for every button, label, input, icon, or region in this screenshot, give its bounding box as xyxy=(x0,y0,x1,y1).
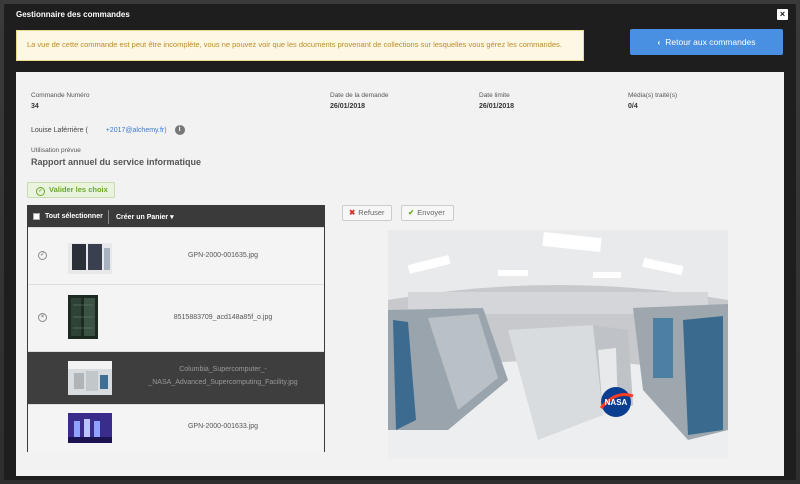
send-button[interactable]: ✔ Envoyer xyxy=(401,205,454,221)
create-basket-dropdown[interactable]: Créer un Panier ▾ xyxy=(116,213,174,221)
info-icon[interactable]: i xyxy=(174,125,185,135)
request-date-label: Date de la demande xyxy=(330,92,389,99)
usage-value: Rapport annuel du service informatique xyxy=(31,157,202,167)
request-date: 26/01/2018 xyxy=(330,103,366,110)
nasa-logo-text: NASA xyxy=(605,398,628,407)
list-item[interactable]: GPN-2000-001633.jpg xyxy=(28,404,324,452)
order-number: 34 xyxy=(31,103,39,110)
refuse-button[interactable]: ✖ Refuser xyxy=(342,205,392,221)
accepted-check-icon: ✓ xyxy=(38,251,47,260)
header-divider xyxy=(108,210,109,224)
back-to-orders-button[interactable]: ‹ Retour aux commandes xyxy=(630,29,783,55)
check-circle-icon: ✓ xyxy=(36,187,45,196)
check-icon: ✔ xyxy=(408,208,415,217)
modal-titlebar: Gestionnaire des commandes × xyxy=(4,4,796,26)
order-number-label: Commande Numéro xyxy=(31,92,90,99)
send-label: Envoyer xyxy=(417,208,445,217)
media-processed: 0/4 xyxy=(628,103,638,110)
order-details-panel: Commande Numéro 34 Date de la demande 26… xyxy=(16,72,784,476)
validate-choices-button[interactable]: ✓ Valider les choix xyxy=(27,182,115,198)
incomplete-view-warning: La vue de cette commande est peut être i… xyxy=(16,30,584,61)
list-item-filename: GPN-2000-001635.jpg xyxy=(187,252,259,259)
refused-x-icon: × xyxy=(38,313,47,322)
x-icon: ✖ xyxy=(349,208,356,217)
deadline-label: Date limite xyxy=(479,92,510,99)
select-all-label[interactable]: Tout sélectionner xyxy=(45,213,103,220)
thumbnail-columbia-supercomputer xyxy=(68,361,112,395)
thumbnail-supercomputer-room xyxy=(68,238,112,274)
refuse-label: Refuser xyxy=(358,208,385,217)
list-item-filename-line2: _NASA_Advanced_Supercomputing_Facility.j… xyxy=(148,379,298,386)
requester-name: Louise Laférrière ( xyxy=(31,126,88,134)
list-item[interactable]: ✓ GPN-2000-001635.jpg xyxy=(28,227,324,284)
chevron-left-icon: ‹ xyxy=(657,37,661,47)
select-all-checkbox[interactable] xyxy=(33,213,40,220)
media-processed-label: Média(s) traité(s) xyxy=(628,92,678,99)
requester-email[interactable]: +2017@alchemy.fr) xyxy=(106,127,167,134)
image-preview: NASA xyxy=(388,230,728,459)
thumbnail-server-rack xyxy=(68,295,98,339)
list-item-selected[interactable]: Columbia_Supercomputer_- _NASA_Advanced_… xyxy=(28,351,324,404)
modal-title: Gestionnaire des commandes xyxy=(16,10,130,19)
close-icon[interactable]: × xyxy=(777,9,788,20)
list-item-filename: 8515883709_acd148a85f_o.jpg xyxy=(173,314,273,321)
list-item-filename-line1: Columbia_Supercomputer_- xyxy=(179,366,267,373)
media-list-header: Tout sélectionner Créer un Panier ▾ xyxy=(28,206,324,227)
order-manager-modal: Gestionnaire des commandes × La vue de c… xyxy=(4,4,796,480)
list-item-filename: GPN-2000-001633.jpg xyxy=(187,423,259,430)
back-to-orders-label: Retour aux commandes xyxy=(665,37,756,47)
list-item[interactable]: × 8515883709_acd148a85f_o.jpg xyxy=(28,284,324,351)
validate-choices-label: Valider les choix xyxy=(49,185,108,194)
requester: Louise Laférrière ( +2017@alchemy.fr) i xyxy=(31,125,185,135)
deadline: 26/01/2018 xyxy=(479,103,515,110)
thumbnail-purple-datacenter xyxy=(68,413,112,443)
media-list: Tout sélectionner Créer un Panier ▾ ✓ GP… xyxy=(27,205,325,452)
usage-label: Utilisation prévue xyxy=(31,147,81,154)
